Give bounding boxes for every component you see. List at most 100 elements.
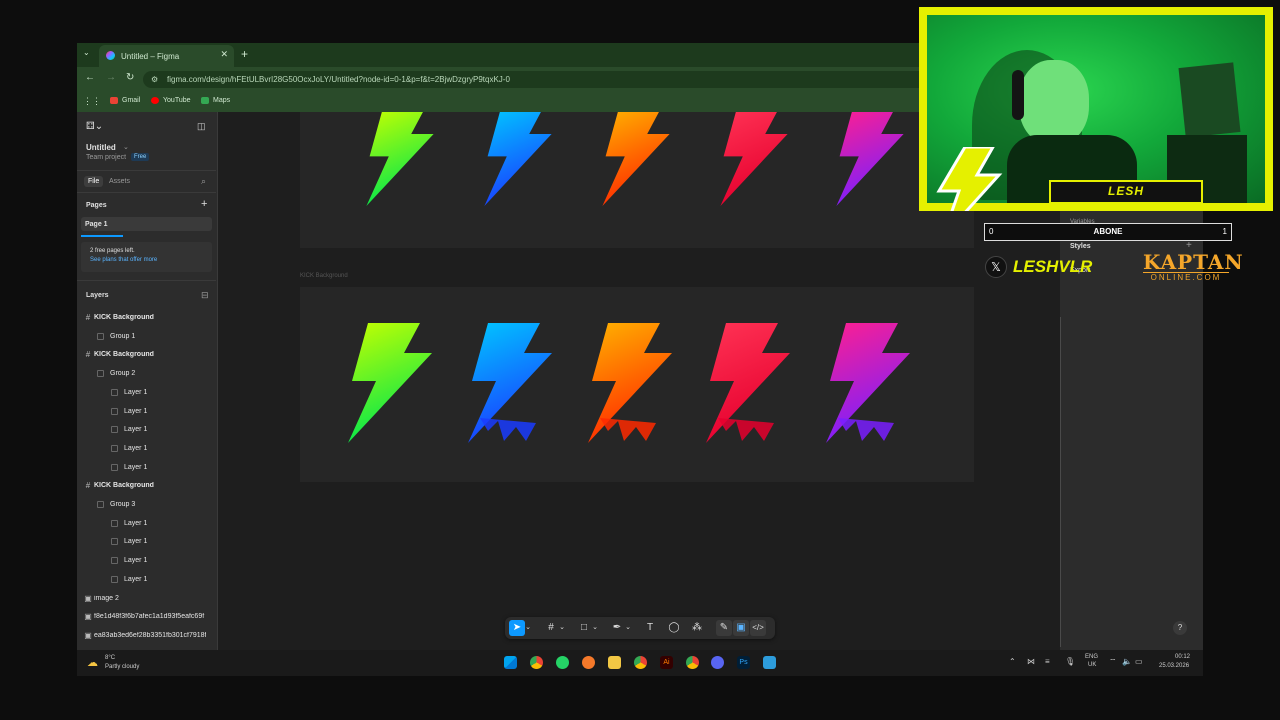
bottom-toolbar: ➤ ⌄ # ⌄ □ ⌄ ✒ ⌄ T ◯ ⁂ ✎ ▣ </> [505, 617, 775, 639]
frame-icon: # [85, 313, 91, 322]
clock-date[interactable]: 25.03.2026 [1159, 663, 1189, 669]
layer-label: Group 2 [110, 370, 136, 378]
chrome-profile-icon[interactable] [634, 656, 647, 669]
draw-mode-icon[interactable]: ✎ [716, 620, 732, 636]
tab-file[interactable]: File [84, 176, 104, 187]
social-handle: 𝕏 LESHVLR [985, 254, 1092, 280]
x-logo-icon: 𝕏 [985, 256, 1007, 278]
clock-time[interactable]: 00:12 [1175, 654, 1190, 660]
layer-row[interactable]: ▣ image 2 [77, 590, 221, 607]
frame-kick-background-2[interactable] [300, 287, 974, 482]
new-tab-icon[interactable]: + [241, 47, 248, 61]
lightning-bolt-icon [720, 110, 788, 206]
volume-icon[interactable]: 🔈 [1122, 657, 1132, 666]
lightning-bolt-icon [366, 110, 434, 206]
bookmark-youtube[interactable]: YouTube [151, 97, 191, 104]
actions-tool-icon[interactable]: ⁂ [689, 620, 705, 636]
forward-icon[interactable]: → [106, 72, 116, 83]
illustrator-icon[interactable]: Ai [660, 656, 673, 669]
layer-row[interactable]: ▣ f8e1d48f3f6b7afec1a1d93f5eafc69f 1 [77, 608, 221, 625]
add-page-icon[interactable]: + [201, 198, 207, 210]
weather-temp[interactable]: 8°C [105, 655, 115, 661]
layer-label: f8e1d48f3f6b7afec1a1d93f5eafc69f 1 [94, 613, 206, 621]
battery-icon[interactable]: ▭ [1135, 657, 1143, 666]
layer-row[interactable]: # KICK Background [77, 309, 221, 326]
layer-label: Layer 1 [124, 463, 148, 471]
comment-tool-icon[interactable]: ◯ [666, 620, 682, 636]
frame-icon: # [85, 350, 91, 360]
dev-mode-icon[interactable]: </> [750, 620, 766, 636]
url-field[interactable]: ⚙ figma.com/design/hFEtULBvrI28G50OcxJoL… [143, 71, 943, 88]
apps-grid-icon[interactable]: ⋮⋮ [83, 96, 101, 107]
chevron-down-icon[interactable]: ⌄ [591, 620, 599, 636]
tray-chevron-icon[interactable]: ⌃ [1009, 657, 1016, 666]
layer-row[interactable]: ▣ ea83ab3ed6ef28b3351fb301cf7918f.. [77, 627, 221, 644]
frame-kick-background-1[interactable] [300, 110, 974, 248]
layer-icon [111, 519, 118, 527]
tab-figma[interactable]: Untitled – Figma ✕ [99, 45, 234, 67]
reload-icon[interactable]: ↻ [126, 72, 134, 83]
bookmark-gmail[interactable]: Gmail [110, 97, 140, 104]
frame-tool-icon[interactable]: # [543, 620, 559, 636]
figma-menu-icon[interactable]: ⚃⌄ [86, 121, 103, 132]
layer-icon [111, 557, 118, 565]
tray-app-icon[interactable]: ⋈ [1027, 657, 1035, 666]
site-info-icon[interactable]: ⚙ [151, 71, 158, 88]
start-icon[interactable] [504, 656, 517, 669]
close-tab-icon[interactable]: ✕ [220, 49, 228, 60]
flame-accent-icon [718, 418, 774, 441]
rectangle-tool-icon[interactable]: □ [576, 620, 592, 636]
weather-icon[interactable]: ☁ [87, 656, 98, 669]
layer-row[interactable]: # KICK Background [77, 477, 221, 494]
frame-label[interactable]: KICK Background [300, 273, 348, 279]
layer-row[interactable]: # KICK Background [77, 346, 221, 363]
wifi-icon[interactable]: ⌔ [1109, 657, 1117, 667]
tab-assets[interactable]: Assets [109, 178, 130, 185]
layer-label: Layer 1 [124, 388, 148, 396]
photos-icon[interactable] [763, 656, 776, 669]
pen-tool-icon[interactable]: ✒ [609, 620, 625, 636]
discord-icon[interactable] [711, 656, 724, 669]
back-icon[interactable]: ← [85, 72, 95, 83]
layer-row[interactable]: Group 3 [77, 496, 236, 513]
project-name[interactable]: Team project [86, 154, 126, 161]
frame-icon: # [85, 481, 91, 491]
whatsapp-icon[interactable] [556, 656, 569, 669]
pages-title: Pages [86, 202, 107, 209]
scrollbar[interactable] [1060, 317, 1061, 647]
chevron-down-icon[interactable]: ⌄ [624, 620, 632, 636]
move-tool-icon[interactable]: ➤ [509, 620, 525, 636]
tray-menu-icon[interactable]: ≡ [1045, 657, 1050, 666]
chrome-icon[interactable] [530, 656, 543, 669]
sidebar-toggle-icon[interactable]: ◫ [197, 121, 206, 132]
subscribe-goal-bar: 0 ABONE 1 [984, 223, 1232, 241]
blender-icon[interactable] [582, 656, 595, 669]
chevron-down-icon[interactable]: ⌄ [558, 620, 566, 636]
search-icon[interactable]: ⌕ [201, 176, 206, 187]
chevron-down-icon[interactable]: ⌄ [524, 620, 532, 636]
pages-upgrade-link[interactable]: See plans that offer more [90, 257, 157, 263]
weather-desc[interactable]: Partly cloudy [105, 664, 139, 670]
microphone-icon[interactable]: 🎙 [1065, 657, 1075, 666]
bookmark-maps[interactable]: Maps [201, 97, 230, 104]
bookmark-label: Maps [213, 97, 231, 104]
help-button[interactable]: ? [1173, 621, 1187, 635]
tab-list-dropdown-icon[interactable]: ⌄ [83, 48, 90, 57]
photoshop-icon[interactable]: Ps [737, 656, 750, 669]
layer-row[interactable]: Group 1 [77, 328, 236, 345]
layer-row[interactable]: Group 2 [77, 365, 236, 382]
language-bottom[interactable]: UK [1088, 662, 1096, 668]
file-explorer-icon[interactable] [608, 656, 621, 669]
file-name[interactable]: Untitled [86, 143, 116, 152]
page-item-page-1[interactable]: Page 1 [81, 217, 212, 231]
image-icon: ▣ [84, 593, 92, 603]
design-mode-icon[interactable]: ▣ [733, 620, 749, 636]
url-text: figma.com/design/hFEtULBvrI28G50OcxJoLY/… [167, 75, 510, 84]
chevron-down-icon[interactable]: ⌄ [123, 143, 129, 151]
flame-accent-icon [838, 418, 894, 441]
lightning-bolt-icon [348, 323, 432, 443]
text-tool-icon[interactable]: T [642, 620, 658, 636]
collapse-layers-icon[interactable]: ⊟ [201, 290, 209, 301]
chrome-alt-icon[interactable] [686, 656, 699, 669]
language-top[interactable]: ENG [1085, 654, 1098, 660]
